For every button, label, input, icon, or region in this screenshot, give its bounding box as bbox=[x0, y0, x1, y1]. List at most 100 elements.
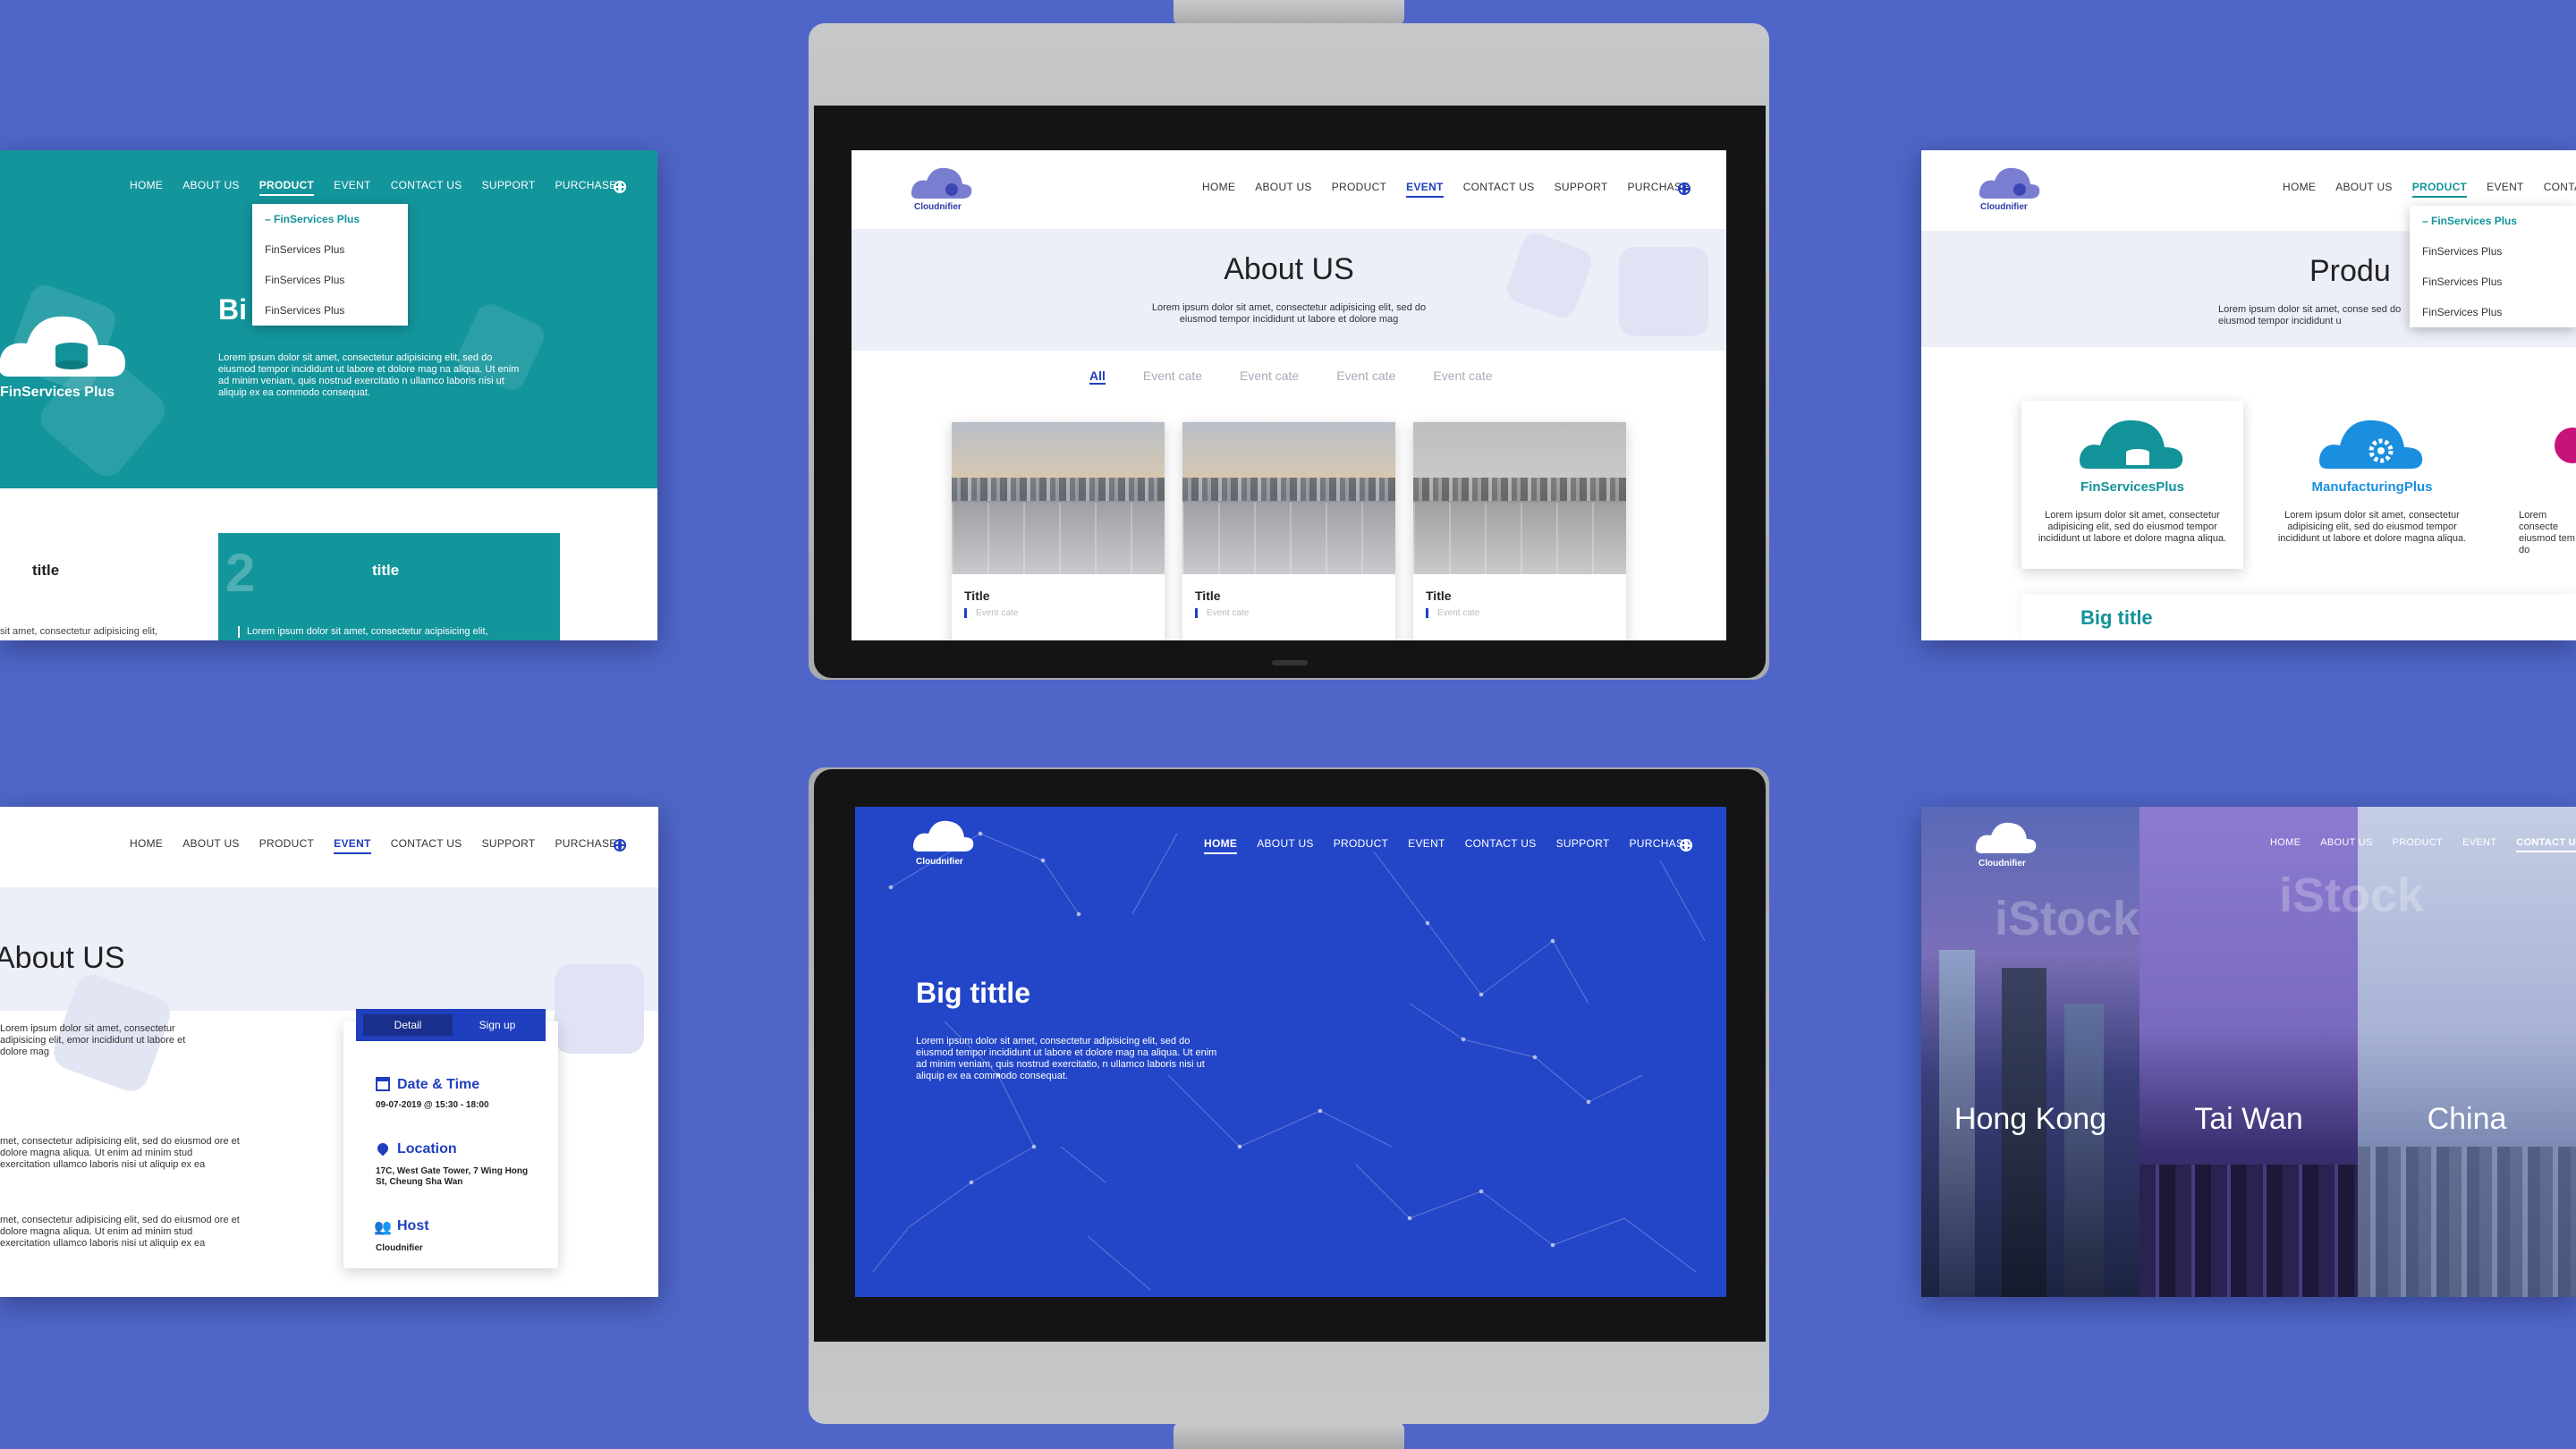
dropdown-item[interactable]: FinServices Plus bbox=[2410, 297, 2576, 327]
panel-product-finservices: HOME ABOUT US PRODUCT EVENT CONTACT US S… bbox=[0, 150, 657, 640]
main-nav: HOME ABOUT US PRODUCT EVENT CONTACT US S… bbox=[130, 837, 637, 854]
logo-text: Cloudnifier bbox=[914, 202, 962, 212]
screen-events-page: Cloudnifier HOME ABOUT US PRODUCT EVENT … bbox=[852, 150, 1726, 640]
nav-home[interactable]: HOME bbox=[1202, 181, 1235, 198]
product-name: FinServicesPlus bbox=[2080, 479, 2184, 495]
nav-product[interactable]: PRODUCT bbox=[1334, 837, 1388, 854]
dropdown-item[interactable]: FinServices Plus bbox=[252, 265, 408, 295]
nav-about[interactable]: ABOUT US bbox=[2320, 837, 2372, 852]
deco-shape bbox=[555, 964, 644, 1054]
card-title: Title bbox=[1426, 589, 1452, 603]
dropdown-item[interactable]: – FinServices Plus bbox=[252, 204, 408, 234]
nav-product[interactable]: PRODUCT bbox=[259, 837, 314, 854]
dropdown-item[interactable]: FinServices Plus bbox=[252, 234, 408, 265]
nav-contact[interactable]: CONTACT US bbox=[1465, 837, 1537, 854]
host-value: Cloudnifier bbox=[376, 1243, 423, 1253]
tab-event-cate[interactable]: Event cate bbox=[1143, 369, 1202, 385]
nav-contact[interactable]: CONTACT US bbox=[391, 179, 462, 196]
host-label: Host bbox=[397, 1218, 429, 1233]
nav-contact[interactable]: CONTACT US bbox=[391, 837, 462, 854]
cloudnifier-logo-icon bbox=[1975, 822, 2037, 853]
nav-product[interactable]: PRODUCT bbox=[1332, 181, 1386, 198]
main-nav: HOME ABOUT US PRODUCT EVENT CONTACT US S… bbox=[130, 179, 637, 196]
tab-detail[interactable]: Detail bbox=[363, 1014, 453, 1036]
product-dropdown: – FinServices Plus FinServices Plus FinS… bbox=[2410, 206, 2576, 327]
page-subtitle: Lorem ipsum dolor sit amet, consectetur … bbox=[1151, 302, 1427, 325]
page-hero bbox=[852, 229, 1726, 351]
nav-support[interactable]: SUPPORT bbox=[1556, 837, 1610, 854]
detail-tabs: Detail Sign up bbox=[356, 1009, 546, 1041]
date-value: 09-07-2019 @ 15:30 - 18:00 bbox=[376, 1100, 489, 1110]
globe-icon[interactable] bbox=[614, 181, 626, 193]
event-photo bbox=[1182, 422, 1395, 574]
nav-purchase[interactable]: PURCHASE bbox=[555, 179, 617, 196]
event-card[interactable]: Title Event cate bbox=[952, 422, 1165, 640]
event-detail-card: Detail Sign up Date & Time 09-07-2019 @ … bbox=[343, 1009, 558, 1268]
product-card[interactable]: ManufacturingPlus Lorem ipsum dolor sit … bbox=[2261, 401, 2483, 569]
tab-signup[interactable]: Sign up bbox=[453, 1019, 542, 1031]
body-paragraph: met, consectetur adipisicing elit, sed d… bbox=[0, 1215, 240, 1249]
nav-event[interactable]: EVENT bbox=[334, 179, 371, 196]
nav-home[interactable]: HOME bbox=[2283, 181, 2316, 198]
nav-contact[interactable]: CONTACT US bbox=[2544, 181, 2576, 198]
monitor-stand bbox=[1174, 0, 1404, 25]
card-category: Event cate bbox=[1195, 608, 1249, 618]
globe-icon[interactable] bbox=[1680, 839, 1692, 852]
nav-about[interactable]: ABOUT US bbox=[182, 837, 240, 854]
nav-product[interactable]: PRODUCT bbox=[2411, 181, 2468, 198]
nav-event[interactable]: EVENT bbox=[2487, 181, 2524, 198]
product-icon bbox=[2555, 428, 2576, 463]
block-title: title bbox=[372, 562, 400, 579]
city-tile-hong-kong[interactable] bbox=[1921, 807, 2140, 1297]
nav-event[interactable]: EVENT bbox=[1408, 837, 1445, 854]
nav-home[interactable]: HOME bbox=[1204, 837, 1238, 854]
card-category: Event cate bbox=[964, 608, 1018, 618]
globe-icon[interactable] bbox=[614, 839, 626, 852]
nav-support[interactable]: SUPPORT bbox=[482, 179, 536, 196]
nav-event[interactable]: EVENT bbox=[334, 837, 371, 854]
nav-event[interactable]: EVENT bbox=[2462, 837, 2496, 852]
product-card[interactable]: FinServicesPlus Lorem ipsum dolor sit am… bbox=[2021, 401, 2243, 569]
nav-event[interactable]: EVENT bbox=[1406, 181, 1444, 198]
nav-product[interactable]: PRODUCT bbox=[258, 179, 315, 196]
nav-about[interactable]: ABOUT US bbox=[2335, 181, 2393, 198]
nav-home[interactable]: HOME bbox=[2270, 837, 2301, 852]
dropdown-item[interactable]: – FinServices Plus bbox=[2410, 206, 2576, 236]
tab-event-cate[interactable]: Event cate bbox=[1433, 369, 1492, 385]
nav-about[interactable]: ABOUT US bbox=[1257, 837, 1314, 854]
product-card[interactable]: Lorem consecte eiusmod tem do bbox=[2512, 401, 2576, 569]
hero-title: Big tittle bbox=[916, 977, 1030, 1009]
host-icon: 👥 bbox=[374, 1220, 392, 1235]
nav-purchase[interactable]: PURCHASE bbox=[555, 837, 617, 854]
location-pin-icon bbox=[375, 1140, 391, 1157]
nav-home[interactable]: HOME bbox=[130, 179, 163, 196]
location-value: 17C, West Gate Tower, 7 Wing Hong St, Ch… bbox=[376, 1166, 529, 1187]
event-card[interactable]: Title Event cate bbox=[1413, 422, 1626, 640]
main-nav: HOME ABOUT US PRODUCT EVENT CONTACT US bbox=[2270, 837, 2576, 852]
nav-about[interactable]: ABOUT US bbox=[182, 179, 240, 196]
tab-event-cate[interactable]: Event cate bbox=[1336, 369, 1395, 385]
nav-support[interactable]: SUPPORT bbox=[482, 837, 536, 854]
dropdown-item[interactable]: FinServices Plus bbox=[2410, 267, 2576, 297]
card-title: Title bbox=[964, 589, 990, 603]
nav-home[interactable]: HOME bbox=[130, 837, 163, 854]
logo-label: FinServices Plus bbox=[0, 385, 115, 400]
building bbox=[2064, 1004, 2104, 1297]
location-label: Location bbox=[397, 1141, 457, 1157]
tab-event-cate[interactable]: Event cate bbox=[1240, 369, 1299, 385]
event-photo bbox=[952, 422, 1165, 574]
dropdown-item[interactable]: FinServices Plus bbox=[252, 295, 408, 326]
dropdown-item[interactable]: FinServices Plus bbox=[2410, 236, 2576, 267]
nav-about[interactable]: ABOUT US bbox=[1255, 181, 1312, 198]
nav-contact[interactable]: CONTACT US bbox=[1463, 181, 1535, 198]
globe-icon[interactable] bbox=[1678, 182, 1690, 195]
tab-all[interactable]: All bbox=[1089, 369, 1106, 385]
nav-product[interactable]: PRODUCT bbox=[2393, 837, 2444, 852]
skyline bbox=[2358, 1147, 2576, 1297]
nav-support[interactable]: SUPPORT bbox=[1555, 181, 1608, 198]
screen-home-page: Cloudnifier HOME ABOUT US PRODUCT EVENT … bbox=[855, 807, 1726, 1297]
cloudnifier-logo-icon bbox=[911, 167, 972, 199]
event-card[interactable]: Title Event cate bbox=[1182, 422, 1395, 640]
nav-contact[interactable]: CONTACT US bbox=[2516, 837, 2576, 852]
cloudnifier-logo-icon bbox=[1979, 167, 2040, 199]
